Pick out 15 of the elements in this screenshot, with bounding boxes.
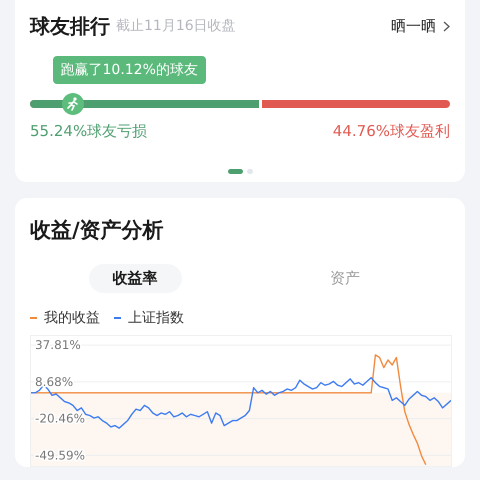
legend-label: 我的收益: [44, 309, 100, 327]
tick-label: -20.46%: [35, 412, 86, 426]
chevron-right-icon[interactable]: [443, 20, 450, 32]
profit-share: 44.76%球友盈利: [332, 122, 450, 141]
tick-label: 37.81%: [35, 338, 81, 352]
tick-label: -49.59%: [35, 448, 86, 462]
loss-share: 55.24%球友亏损: [30, 122, 148, 141]
tab[interactable]: 收益率: [88, 264, 182, 293]
card-title: 收益/资产分析: [30, 217, 165, 244]
card-title: 球友排行: [30, 12, 110, 40]
tick-label: 8.68%: [35, 374, 74, 389]
tooltip: 跑赢了10.12%的球友: [52, 56, 206, 84]
share-link[interactable]: 晒一晒: [391, 16, 436, 36]
legend-label: 上证指数: [128, 309, 184, 327]
date-note: 截止11月16日收盘: [116, 17, 237, 35]
